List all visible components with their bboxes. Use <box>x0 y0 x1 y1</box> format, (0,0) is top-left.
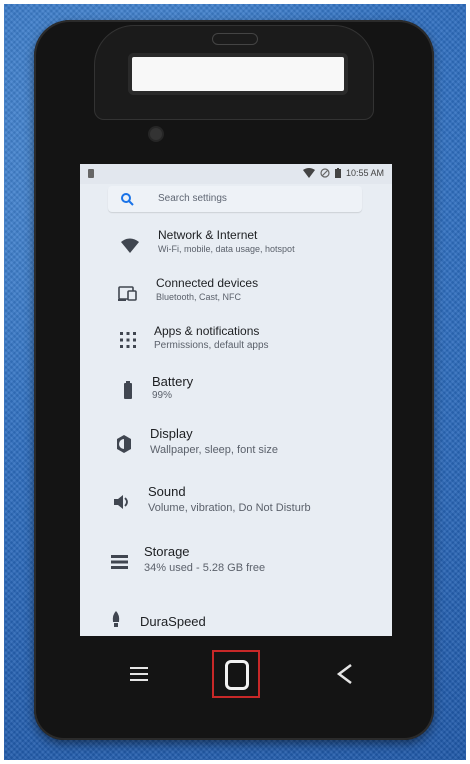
setting-subtitle: Permissions, default apps <box>154 340 269 351</box>
setting-item-apps[interactable]: Apps & notifications Permissions, defaul… <box>80 316 392 364</box>
setting-subtitle: Bluetooth, Cast, NFC <box>156 292 242 302</box>
status-bar: 10:55 AM <box>80 164 392 184</box>
wifi-status-icon <box>302 168 315 178</box>
back-icon <box>336 664 352 684</box>
receipt-printer <box>94 25 374 120</box>
setting-item-display[interactable]: Display Wallpaper, sleep, font size <box>80 418 392 466</box>
search-placeholder: Search settings <box>158 193 227 204</box>
devices-icon <box>118 286 137 301</box>
back-button[interactable] <box>322 652 368 696</box>
status-time: 10:55 AM <box>345 168 384 178</box>
no-signal-icon <box>320 168 330 178</box>
setting-item-battery[interactable]: Battery 99% <box>80 366 392 414</box>
setting-title: Battery <box>152 374 194 389</box>
setting-subtitle: 34% used - 5.28 GB free <box>144 562 266 574</box>
search-bar[interactable]: Search settings <box>108 186 362 212</box>
setting-item-network[interactable]: Network & Internet Wi-Fi, mobile, data u… <box>80 222 392 270</box>
search-icon <box>121 193 134 206</box>
home-icon <box>225 660 249 690</box>
navigation-bar <box>80 646 392 700</box>
setting-title: Sound <box>148 484 186 499</box>
setting-subtitle: 99% <box>152 390 173 401</box>
menu-icon <box>130 667 148 681</box>
setting-subtitle: Wallpaper, sleep, font size <box>150 444 278 456</box>
front-camera <box>150 128 162 140</box>
storage-icon <box>111 555 128 569</box>
settings-screen: 10:55 AM Search settings Network & Inter… <box>80 164 392 636</box>
apps-grid-icon <box>120 332 136 348</box>
setting-title: Apps & notifications <box>154 324 260 338</box>
brightness-icon <box>117 435 131 453</box>
setting-item-sound[interactable]: Sound Volume, vibration, Do Not Disturb <box>80 476 392 524</box>
menu-button[interactable] <box>116 652 162 696</box>
setting-title: Connected devices <box>156 276 259 290</box>
setting-item-connected-devices[interactable]: Connected devices Bluetooth, Cast, NFC <box>80 268 392 316</box>
wifi-icon <box>121 238 139 253</box>
setting-title: Network & Internet <box>158 228 258 242</box>
battery-icon <box>124 381 132 399</box>
home-button[interactable] <box>212 650 260 698</box>
setting-item-duraspeed[interactable]: DuraSpeed <box>80 600 392 636</box>
setting-subtitle: Wi-Fi, mobile, data usage, hotspot <box>158 244 295 254</box>
battery-status-icon <box>334 168 341 178</box>
setting-subtitle: Volume, vibration, Do Not Disturb <box>148 502 311 514</box>
setting-title: DuraSpeed <box>140 614 206 629</box>
printer-logo <box>212 33 258 45</box>
setting-title: Storage <box>144 544 190 559</box>
rocket-icon <box>112 611 120 627</box>
speaker-icon <box>114 495 128 509</box>
setting-title: Display <box>150 426 193 441</box>
setting-item-storage[interactable]: Storage 34% used - 5.28 GB free <box>80 536 392 584</box>
status-right: 10:55 AM <box>302 168 384 178</box>
receipt-paper-slot <box>132 57 344 91</box>
sim-icon <box>88 169 94 178</box>
